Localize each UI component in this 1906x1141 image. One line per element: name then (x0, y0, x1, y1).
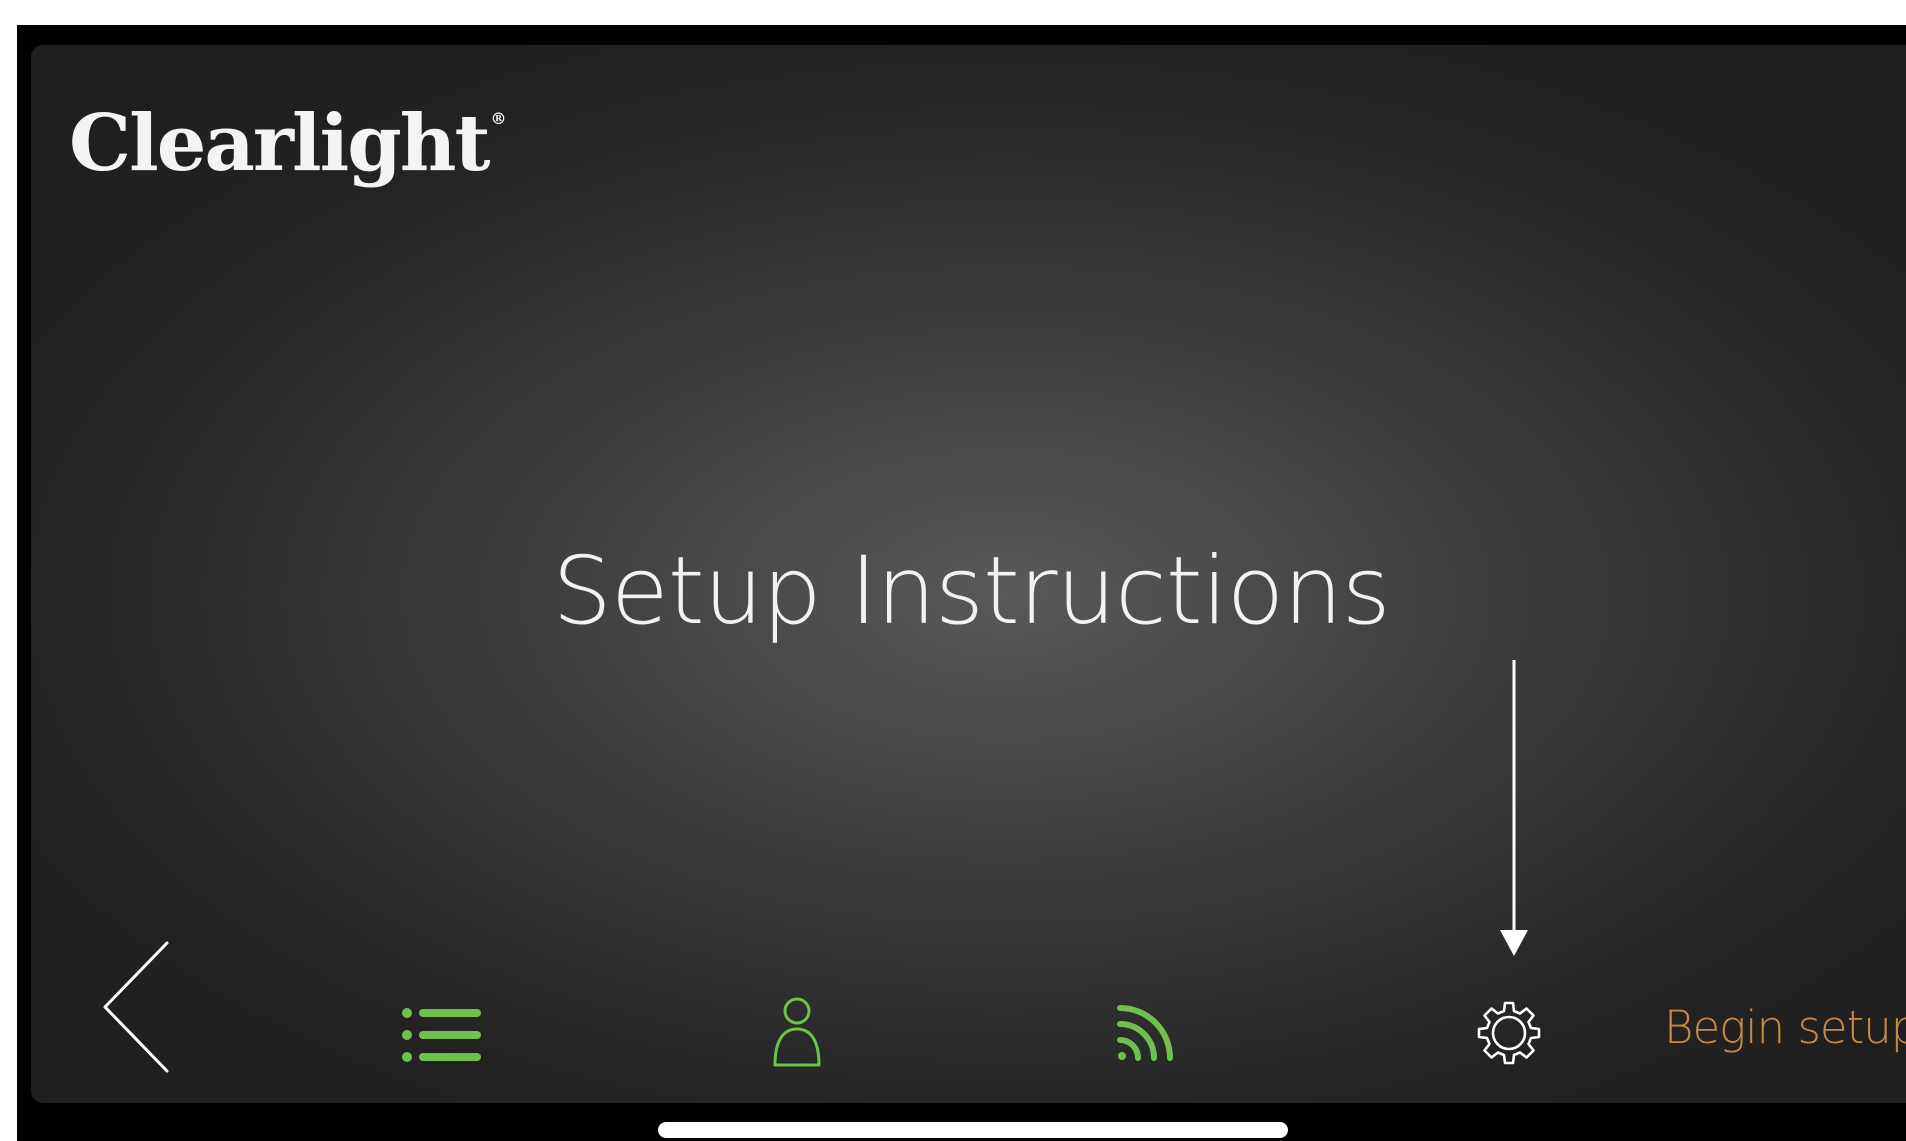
logo-text: Clearlight (69, 98, 491, 189)
gear-icon[interactable] (1476, 1000, 1542, 1066)
begin-setup-button[interactable]: Begin setup (1664, 1005, 1906, 1050)
down-arrow-icon (1500, 660, 1528, 956)
app-screen: Clearlight ® Setup Instructions Begin se… (31, 45, 1906, 1103)
chevron-left-icon[interactable] (99, 937, 199, 1077)
wifi-icon[interactable] (1114, 1002, 1176, 1064)
user-icon[interactable] (771, 995, 823, 1069)
clearlight-logo: Clearlight ® (69, 105, 507, 183)
list-icon[interactable] (401, 1007, 483, 1063)
registered-mark: ® (490, 109, 507, 128)
page-title: Setup Instructions (552, 537, 1391, 646)
home-indicator[interactable] (658, 1122, 1288, 1138)
